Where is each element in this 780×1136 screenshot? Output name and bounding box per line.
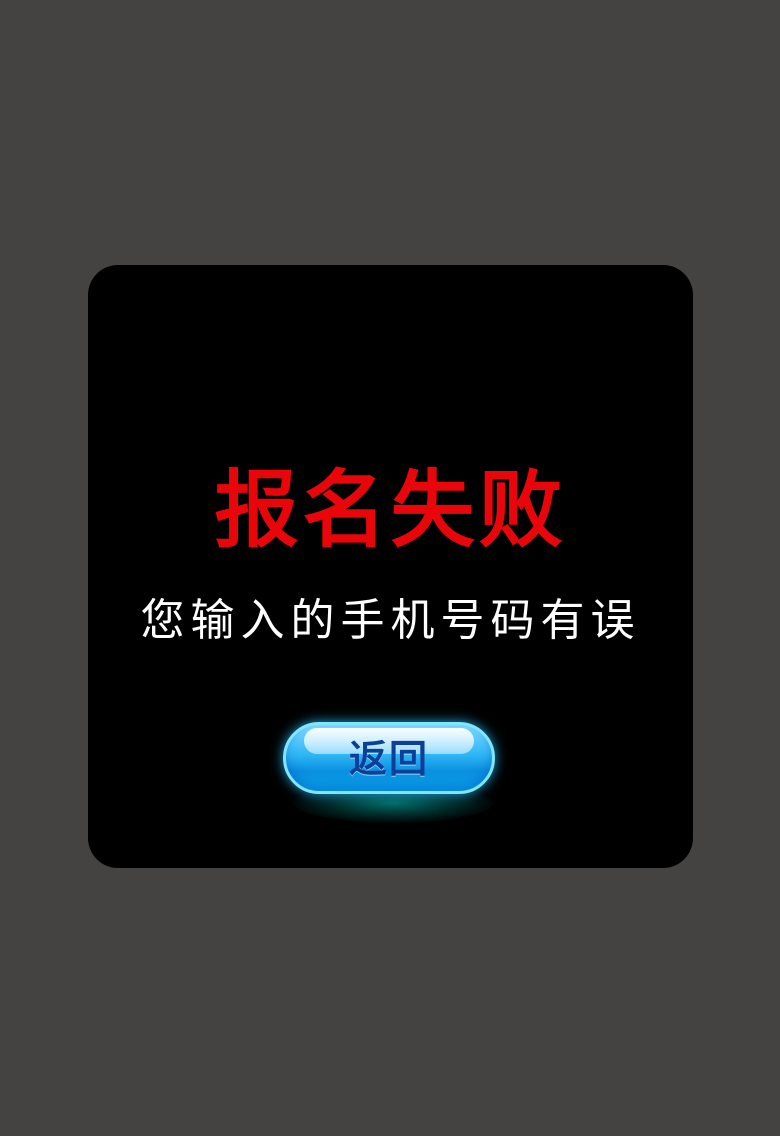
back-button-label: 返回 bbox=[348, 737, 429, 781]
back-button[interactable]: 返回 bbox=[283, 722, 495, 794]
dialog-title: 报名失败 bbox=[214, 461, 567, 559]
error-message: 您输入的手机号码有误 bbox=[140, 595, 641, 646]
error-dialog: 报名失败 您输入的手机号码有误 返回 bbox=[88, 265, 693, 868]
